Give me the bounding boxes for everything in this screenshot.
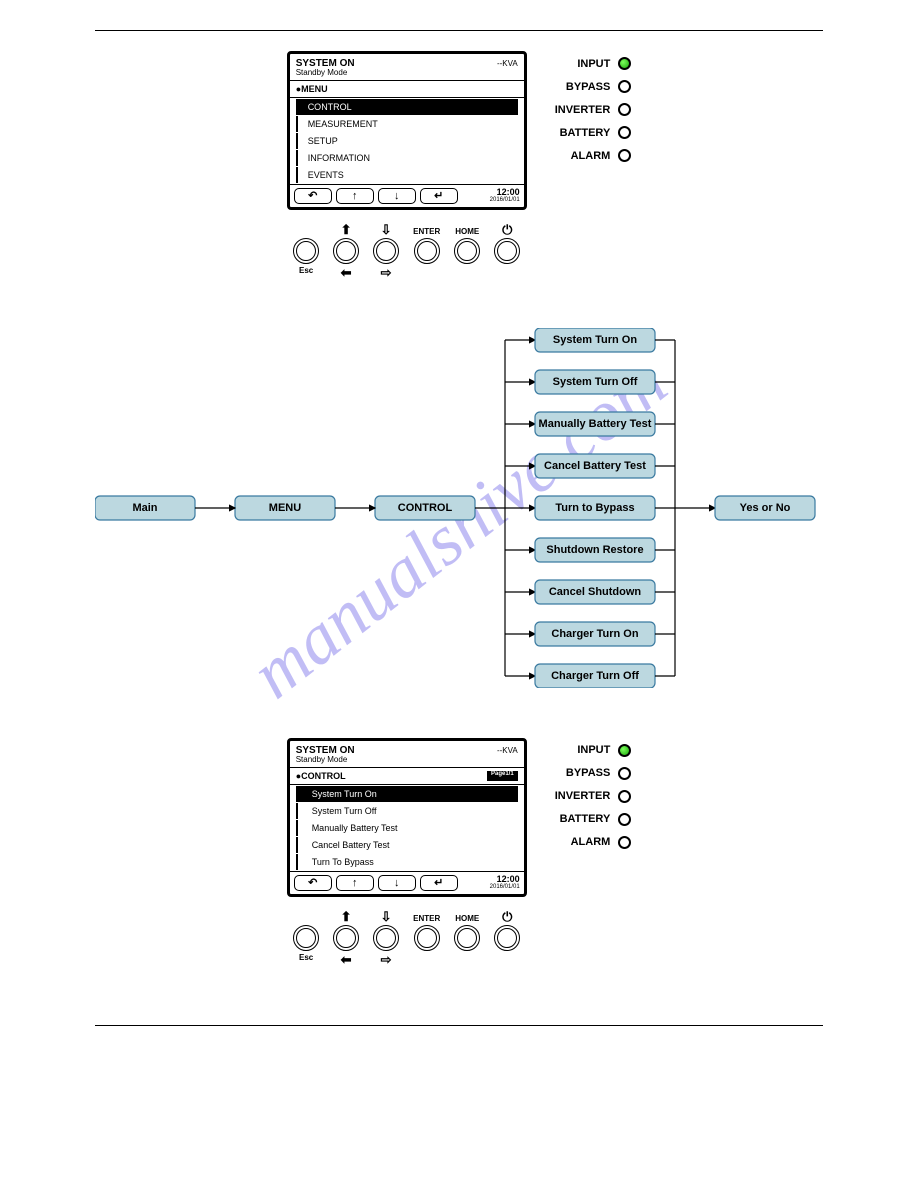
svg-text:CONTROL: CONTROL [398,502,453,514]
softkey-down-icon[interactable]: ↓ [378,875,416,891]
hardkey-power[interactable]: ⏻ [494,911,520,965]
led-input [618,57,631,70]
svg-text:Charger Turn Off: Charger Turn Off [551,670,639,682]
led-label-input: INPUT [577,744,610,756]
softkey-enter-icon[interactable]: ↵ [420,875,458,891]
lcd-subtitle: Standby Mode [296,756,518,765]
led-label-input: INPUT [577,58,610,70]
lcd-subtitle: Standby Mode [296,69,518,78]
lcd-kva: --KVA [497,747,518,756]
softkey-up-icon[interactable]: ↑ [336,188,374,204]
control-item-turn-to-bypass[interactable]: Turn To Bypass [296,854,518,870]
softkey-up-icon[interactable]: ↑ [336,875,374,891]
lcd-screen: SYSTEM ON Standby Mode --KVA ●MENU CONTR… [287,51,527,210]
led-column: INPUT BYPASS INVERTER BATTERY ALARM [555,51,632,278]
led-inverter [618,790,631,803]
lcd-time: 12:00 [490,875,520,884]
hardkey-up-left[interactable]: ⬆⬅ [333,911,359,965]
hardkey-up-left[interactable]: ⬆ ⬅ [333,224,359,278]
lcd-menu-list: CONTROL MEASUREMENT SETUP INFORMATION EV… [290,99,524,183]
hard-key-row: Esc ⬆⬅ ⇩⇨ ENTER HOME ⏻ [293,911,520,965]
led-alarm [618,836,631,849]
hardkey-down-right[interactable]: ⇩ ⇨ [373,224,399,278]
softkey-back-icon[interactable]: ↶ [294,188,332,204]
lcd-breadcrumb: ●CONTROL Page1/1 [290,767,524,785]
lcd-time: 12:00 [490,188,520,197]
hardkey-esc[interactable]: Esc [293,911,319,965]
led-inverter [618,103,631,116]
lcd-date: 2016/01/01 [490,197,520,203]
bottom-rule [95,1025,823,1026]
page-indicator: Page1/1 [487,771,518,781]
lcd-menu-list: System Turn On System Turn Off Manually … [290,786,524,870]
menu-item-measurement[interactable]: MEASUREMENT [296,116,518,132]
led-bypass [618,767,631,780]
led-label-battery: BATTERY [560,813,611,825]
softkey-enter-icon[interactable]: ↵ [420,188,458,204]
svg-text:System Turn On: System Turn On [553,334,637,346]
svg-text:Manually Battery Test: Manually Battery Test [539,418,652,430]
hardkey-enter[interactable]: ENTER [413,224,440,278]
led-label-bypass: BYPASS [566,767,610,779]
svg-text:MENU: MENU [269,502,301,514]
svg-text:Shutdown Restore: Shutdown Restore [546,544,643,556]
led-column: INPUT BYPASS INVERTER BATTERY ALARM [555,738,632,965]
lcd-kva: --KVA [497,60,518,69]
led-bypass [618,80,631,93]
led-label-inverter: INVERTER [555,104,611,116]
lcd-screen: SYSTEM ON Standby Mode --KVA ●CONTROL Pa… [287,738,527,897]
menu-item-events[interactable]: EVENTS [296,167,518,183]
hardkey-home[interactable]: HOME [454,224,480,278]
top-rule [95,30,823,31]
hardkey-power[interactable]: ⏻ [494,224,520,278]
ups-panel-block-1: SYSTEM ON Standby Mode --KVA ●MENU CONTR… [95,51,823,278]
led-input [618,744,631,757]
hardkey-home[interactable]: HOME [454,911,480,965]
led-label-inverter: INVERTER [555,790,611,802]
softkey-back-icon[interactable]: ↶ [294,875,332,891]
lcd-breadcrumb: ●MENU [290,80,524,98]
svg-text:Main: Main [132,502,157,514]
power-icon: ⏻ [502,911,512,923]
menu-item-control[interactable]: CONTROL [296,99,518,115]
svg-text:Cancel Battery Test: Cancel Battery Test [544,460,646,472]
led-label-battery: BATTERY [560,127,611,139]
svg-text:Yes or No: Yes or No [740,502,791,514]
hardkey-enter[interactable]: ENTER [413,911,440,965]
softkey-down-icon[interactable]: ↓ [378,188,416,204]
control-item-system-turn-on[interactable]: System Turn On [296,786,518,802]
led-alarm [618,149,631,162]
led-battery [618,126,631,139]
hardkey-down-right[interactable]: ⇩⇨ [373,911,399,965]
svg-text:Turn to Bypass: Turn to Bypass [555,502,634,514]
menu-item-setup[interactable]: SETUP [296,133,518,149]
menu-item-information[interactable]: INFORMATION [296,150,518,166]
power-icon: ⏻ [502,224,512,236]
svg-text:Cancel Shutdown: Cancel Shutdown [549,586,642,598]
svg-text:System Turn Off: System Turn Off [553,376,638,388]
led-battery [618,813,631,826]
control-item-system-turn-off[interactable]: System Turn Off [296,803,518,819]
lcd-date: 2016/01/01 [490,884,520,890]
ups-panel-block-2: SYSTEM ON Standby Mode --KVA ●CONTROL Pa… [95,738,823,965]
led-label-alarm: ALARM [571,150,611,162]
control-item-cancel-battery-test[interactable]: Cancel Battery Test [296,837,518,853]
control-menu-flowchart: Main MENU CONTROL System Turn On System T… [95,328,823,688]
hardkey-esc[interactable]: Esc [293,224,319,278]
led-label-alarm: ALARM [571,836,611,848]
svg-text:Charger Turn On: Charger Turn On [551,628,638,640]
hard-key-row: Esc ⬆ ⬅ ⇩ ⇨ ENTER HOME [293,224,520,278]
led-label-bypass: BYPASS [566,81,610,93]
control-item-manually-battery-test[interactable]: Manually Battery Test [296,820,518,836]
